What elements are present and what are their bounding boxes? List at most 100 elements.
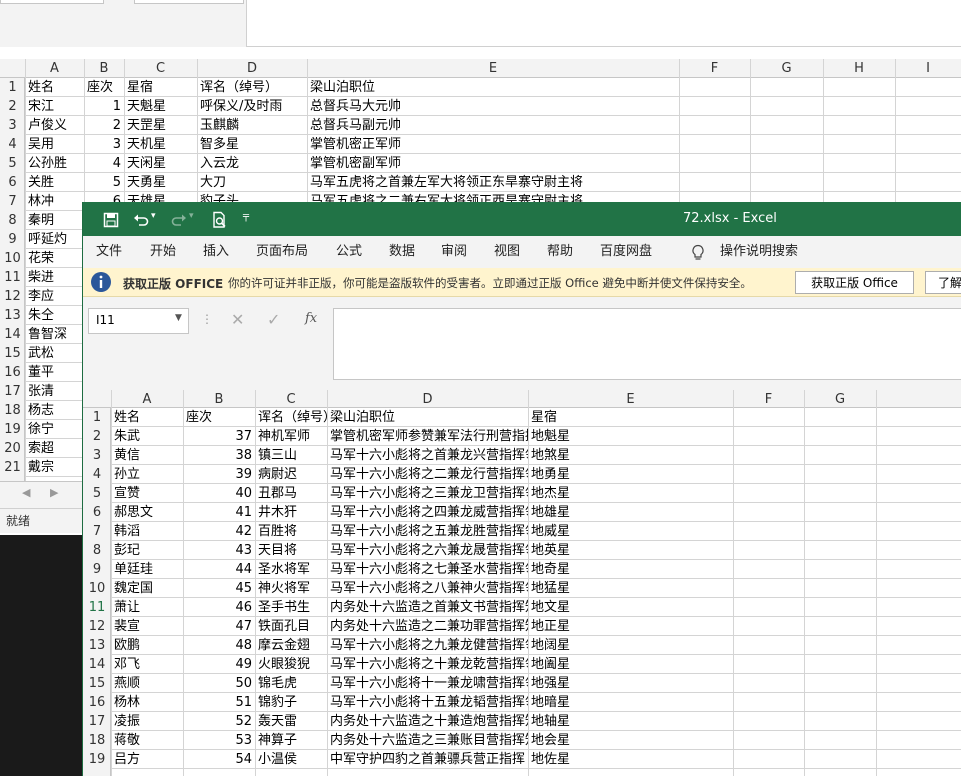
cell[interactable]: 神算子 bbox=[255, 731, 327, 750]
cell[interactable]: 48 bbox=[183, 636, 255, 655]
cell[interactable]: 总督兵马大元帅 bbox=[307, 97, 679, 116]
row-header[interactable]: 17 bbox=[0, 382, 25, 401]
row-header[interactable]: 2 bbox=[83, 427, 111, 446]
row-header[interactable]: 1 bbox=[83, 408, 111, 427]
cell[interactable]: 地勇星 bbox=[528, 465, 733, 484]
tab-data[interactable]: 数据 bbox=[389, 236, 415, 268]
cell[interactable]: 51 bbox=[183, 693, 255, 712]
row-header[interactable]: 8 bbox=[83, 541, 111, 560]
cell[interactable]: 呼保义/及时雨 bbox=[197, 97, 307, 116]
cell[interactable]: 鲁智深 bbox=[25, 325, 82, 344]
cell[interactable]: 关胜 bbox=[25, 173, 84, 192]
cell[interactable]: 天勇星 bbox=[124, 173, 197, 192]
column-header[interactable]: B bbox=[183, 390, 255, 409]
cell[interactable]: 萧让 bbox=[111, 598, 183, 617]
cell[interactable]: 林冲 bbox=[25, 192, 84, 211]
row-header[interactable]: 9 bbox=[83, 560, 111, 579]
cell[interactable]: 花荣 bbox=[25, 249, 82, 268]
tell-me-search[interactable]: 操作说明搜索 bbox=[720, 236, 798, 268]
row-header[interactable]: 15 bbox=[0, 344, 25, 363]
column-header[interactable]: E bbox=[528, 390, 733, 409]
row-header[interactable]: 14 bbox=[0, 325, 25, 344]
cell[interactable]: 锦豹子 bbox=[255, 693, 327, 712]
cell[interactable]: 天罡星 bbox=[124, 116, 197, 135]
tab-home[interactable]: 开始 bbox=[150, 236, 176, 268]
cell[interactable]: 马军十六小彪将之七兼圣水营指挥领正西旱寨守备参将 bbox=[327, 560, 528, 579]
cell[interactable]: 53 bbox=[183, 731, 255, 750]
cell[interactable]: 马军十六小彪将之九兼龙健营指挥领正南旱寨守备参将 bbox=[327, 636, 528, 655]
cell[interactable]: 地佐星 bbox=[528, 750, 733, 769]
row-header[interactable]: 18 bbox=[83, 731, 111, 750]
row-header[interactable]: 6 bbox=[83, 503, 111, 522]
row-header[interactable]: 14 bbox=[83, 655, 111, 674]
cell[interactable]: 内务处十六监造之十兼造炮营指挥知锻铸大小号炮事 bbox=[327, 712, 528, 731]
column-header[interactable]: H bbox=[823, 59, 895, 78]
cell[interactable]: 铁面孔目 bbox=[255, 617, 327, 636]
tab-help[interactable]: 帮助 bbox=[547, 236, 573, 268]
column-header[interactable]: B bbox=[84, 59, 124, 78]
cell[interactable]: 37 bbox=[183, 427, 255, 446]
cell[interactable]: 秦明 bbox=[25, 211, 82, 230]
cell[interactable]: 3 bbox=[84, 135, 124, 154]
cell[interactable]: 蒋敬 bbox=[111, 731, 183, 750]
cell[interactable]: 马军十六小彪将之五兼龙胜营指挥领正北旱寨守备参将 bbox=[327, 522, 528, 541]
cell[interactable]: 彭玘 bbox=[111, 541, 183, 560]
tab-view[interactable]: 视图 bbox=[494, 236, 520, 268]
cell[interactable]: 星宿 bbox=[528, 408, 733, 427]
cell[interactable]: 马军十六小彪将十五兼龙韬营指挥领四处旱寨协备参将 bbox=[327, 693, 528, 712]
cell[interactable]: 镇三山 bbox=[255, 446, 327, 465]
cell[interactable]: 1 bbox=[84, 97, 124, 116]
cell[interactable]: 马军十六小彪将之四兼龙威营指挥领正东旱寨守备参将 bbox=[327, 503, 528, 522]
cell[interactable]: 星宿 bbox=[124, 78, 197, 97]
column-header[interactable]: G bbox=[804, 390, 876, 409]
cell[interactable]: 39 bbox=[183, 465, 255, 484]
redo-icon[interactable] bbox=[171, 212, 187, 228]
cell[interactable]: 掌管机密军师参赞兼军法行刑营指挥 bbox=[327, 427, 528, 446]
row-header[interactable]: 3 bbox=[0, 116, 25, 135]
cell[interactable]: 戴宗 bbox=[25, 458, 82, 477]
cell[interactable]: 52 bbox=[183, 712, 255, 731]
column-header[interactable]: A bbox=[111, 390, 183, 409]
cell[interactable]: 大刀 bbox=[197, 173, 307, 192]
cell[interactable]: 49 bbox=[183, 655, 255, 674]
cell[interactable]: 40 bbox=[183, 484, 255, 503]
column-header[interactable]: G bbox=[750, 59, 823, 78]
cell[interactable]: 46 bbox=[183, 598, 255, 617]
cell[interactable]: 马军十六小彪将十一兼龙啸营指挥领寨外讨虏游御参将 bbox=[327, 674, 528, 693]
cell[interactable]: 吴用 bbox=[25, 135, 84, 154]
cell[interactable]: 圣手书生 bbox=[255, 598, 327, 617]
cell[interactable]: 地煞星 bbox=[528, 446, 733, 465]
cell[interactable]: 马军十六小彪将之六兼龙晟营指挥领正北旱寨守备参将 bbox=[327, 541, 528, 560]
print-preview-icon[interactable] bbox=[211, 211, 229, 229]
cell[interactable]: 地正星 bbox=[528, 617, 733, 636]
tab-review[interactable]: 审阅 bbox=[441, 236, 467, 268]
column-header[interactable]: D bbox=[197, 59, 307, 78]
tab-formulas[interactable]: 公式 bbox=[336, 236, 362, 268]
cell[interactable]: 柴进 bbox=[25, 268, 82, 287]
row-header[interactable]: 16 bbox=[83, 693, 111, 712]
cell[interactable]: 朱武 bbox=[111, 427, 183, 446]
cell[interactable]: 小温侯 bbox=[255, 750, 327, 769]
save-icon[interactable] bbox=[103, 212, 119, 228]
row-header[interactable]: 11 bbox=[83, 598, 111, 617]
cell[interactable]: 神机军师 bbox=[255, 427, 327, 446]
cell[interactable]: 座次 bbox=[183, 408, 255, 427]
redo-dropdown-icon[interactable]: ▾ bbox=[189, 211, 194, 221]
row-header[interactable]: 16 bbox=[0, 363, 25, 382]
cell[interactable]: 内务处十六监造之三兼账目营指挥知考算钱粮支出事 bbox=[327, 731, 528, 750]
column-header[interactable]: I bbox=[895, 59, 961, 78]
cell[interactable]: 马军十六小彪将之十兼龙乾营指挥领正南旱寨守备参将 bbox=[327, 655, 528, 674]
column-header[interactable]: C bbox=[124, 59, 197, 78]
scroll-left-icon[interactable]: ◀ bbox=[22, 486, 30, 499]
cell[interactable]: 天魁星 bbox=[124, 97, 197, 116]
cell[interactable]: 47 bbox=[183, 617, 255, 636]
cell[interactable]: 神火将军 bbox=[255, 579, 327, 598]
row-header[interactable]: 10 bbox=[0, 249, 25, 268]
cell[interactable]: 38 bbox=[183, 446, 255, 465]
row-header[interactable]: 12 bbox=[83, 617, 111, 636]
cell[interactable]: 马军十六小彪将之首兼龙兴营指挥领寨外讨虏游御副将 bbox=[327, 446, 528, 465]
name-box[interactable]: I11 ▼ bbox=[88, 308, 189, 334]
cell[interactable]: 45 bbox=[183, 579, 255, 598]
row-header[interactable]: 15 bbox=[83, 674, 111, 693]
insert-function-icon[interactable]: fx bbox=[305, 311, 317, 326]
